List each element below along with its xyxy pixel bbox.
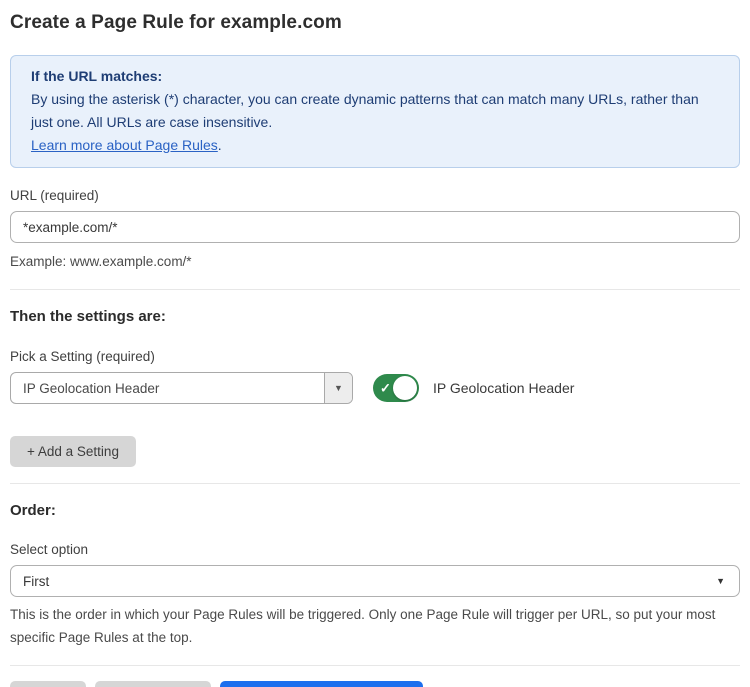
divider xyxy=(10,483,740,484)
pick-setting-label: Pick a Setting (required) xyxy=(10,349,740,364)
chevron-down-icon: ▼ xyxy=(716,576,725,586)
page-title: Create a Page Rule for example.com xyxy=(10,12,740,34)
toggle-label: IP Geolocation Header xyxy=(433,380,574,396)
setting-dropdown-value: IP Geolocation Header xyxy=(11,373,324,403)
url-match-info-box: If the URL matches: By using the asteris… xyxy=(10,55,740,168)
link-suffix: . xyxy=(218,137,222,153)
toggle-knob xyxy=(393,376,417,400)
info-box-heading: If the URL matches: xyxy=(31,65,719,88)
order-helper-text: This is the order in which your Page Rul… xyxy=(10,603,740,649)
settings-section-heading: Then the settings are: xyxy=(10,308,740,325)
add-setting-button[interactable]: + Add a Setting xyxy=(10,436,136,467)
order-select[interactable]: First ▼ xyxy=(10,565,740,597)
chevron-down-icon: ▼ xyxy=(334,383,343,393)
learn-more-link[interactable]: Learn more about Page Rules xyxy=(31,137,218,153)
save-and-deploy-button[interactable]: Save and Deploy Page Rule xyxy=(220,681,424,687)
url-field-label: URL (required) xyxy=(10,188,740,203)
order-select-value: First xyxy=(23,574,49,589)
info-box-body: By using the asterisk (*) character, you… xyxy=(31,88,719,134)
check-icon: ✓ xyxy=(380,382,391,395)
divider xyxy=(10,665,740,666)
url-input[interactable] xyxy=(10,211,740,243)
setting-dropdown-arrow-button[interactable]: ▼ xyxy=(324,373,352,403)
save-as-draft-button[interactable]: Save as Draft xyxy=(95,681,211,687)
order-section-heading: Order: xyxy=(10,502,740,519)
create-page-rule-form: Create a Page Rule for example.com If th… xyxy=(0,0,750,687)
setting-dropdown[interactable]: IP Geolocation Header ▼ xyxy=(10,372,353,404)
cancel-button[interactable]: Cancel xyxy=(10,681,86,687)
info-box-link-line: Learn more about Page Rules. xyxy=(31,134,719,157)
setting-row: IP Geolocation Header ▼ ✓ IP Geolocation… xyxy=(10,372,740,404)
url-example-helper: Example: www.example.com/* xyxy=(10,250,740,273)
divider xyxy=(10,289,740,290)
ip-geolocation-toggle[interactable]: ✓ xyxy=(373,374,419,402)
order-select-label: Select option xyxy=(10,542,740,557)
footer-actions: Cancel Save as Draft Save and Deploy Pag… xyxy=(10,681,740,687)
